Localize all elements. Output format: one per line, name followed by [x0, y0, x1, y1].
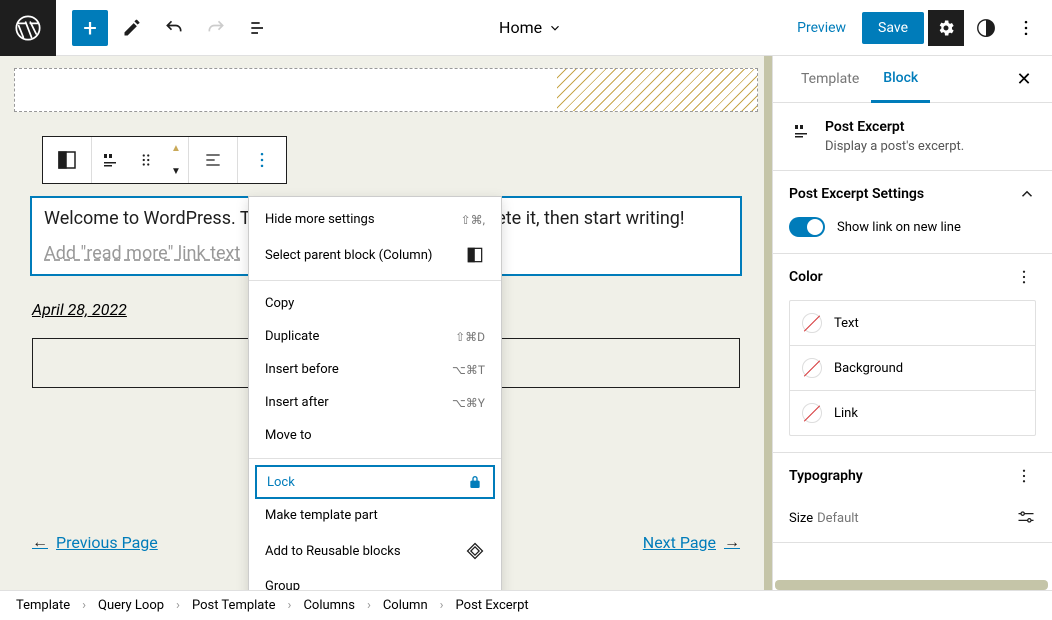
crumb-columns[interactable]: Columns	[303, 598, 355, 613]
post-date[interactable]: April 28, 2022	[32, 300, 127, 319]
menu-select-parent[interactable]: Select parent block (Column)	[249, 236, 501, 274]
lock-icon	[467, 474, 483, 490]
arrow-right-icon: →	[724, 532, 740, 552]
crumb-query-loop[interactable]: Query Loop	[98, 598, 164, 613]
sidebar-tabs: Template Block ✕	[773, 56, 1052, 103]
wordpress-logo[interactable]	[0, 0, 56, 56]
menu-copy[interactable]: Copy	[249, 287, 501, 320]
previous-page-label: Previous Page	[56, 533, 158, 552]
tab-template[interactable]: Template	[789, 57, 871, 101]
panel-excerpt-settings: Post Excerpt Settings Show link on new l…	[773, 171, 1052, 254]
menu-move-to[interactable]: Move to	[249, 419, 501, 452]
typography-panel-more[interactable]	[1012, 467, 1036, 485]
menu-insert-before[interactable]: Insert before ⌥⌘T	[249, 353, 501, 386]
settings-button[interactable]	[928, 10, 964, 46]
block-more-button[interactable]	[238, 137, 286, 183]
block-description: Display a post's excerpt.	[825, 139, 964, 154]
show-link-toggle[interactable]	[789, 217, 825, 237]
arrow-left-icon: ←	[32, 532, 48, 552]
chevron-right-icon: ›	[82, 598, 86, 613]
chevron-right-icon: ›	[367, 598, 371, 613]
block-type-icon[interactable]	[43, 137, 91, 183]
settings-sidebar: Template Block ✕ Post Excerpt Display a …	[772, 56, 1052, 590]
previous-page-link[interactable]: ← Previous Page	[32, 532, 158, 552]
panel-header-settings[interactable]: Post Excerpt Settings	[773, 171, 1052, 217]
show-link-label: Show link on new line	[837, 220, 961, 235]
menu-insert-after[interactable]: Insert after ⌥⌘Y	[249, 386, 501, 419]
color-background[interactable]: Background	[790, 346, 1035, 391]
block-toolbar: ▲ ▼	[42, 136, 287, 184]
chevron-right-icon: ›	[288, 598, 292, 613]
close-sidebar-button[interactable]: ✕	[1012, 67, 1036, 91]
styles-button[interactable]	[968, 10, 1004, 46]
align-button[interactable]	[189, 137, 237, 183]
chevron-up-icon	[1018, 185, 1036, 203]
page-selector[interactable]: Home	[276, 18, 785, 37]
color-panel-more[interactable]	[1012, 268, 1036, 286]
chevron-right-icon: ›	[176, 598, 180, 613]
menu-lock[interactable]: Lock	[255, 465, 495, 499]
next-page-label: Next Page	[643, 533, 716, 552]
drag-handle[interactable]	[128, 137, 164, 183]
page-title: Home	[499, 18, 542, 37]
block-options-menu: Hide more settings ⇧⌘, Select parent blo…	[248, 196, 502, 590]
color-link[interactable]: Link	[790, 391, 1035, 435]
edit-tool-button[interactable]	[114, 10, 150, 46]
panel-typography: Typography Size Default	[773, 453, 1052, 543]
more-options-button[interactable]	[1008, 10, 1044, 46]
chevron-right-icon: ›	[440, 598, 444, 613]
next-page-link[interactable]: Next Page →	[643, 532, 740, 552]
preview-button[interactable]: Preview	[785, 12, 858, 44]
tab-block[interactable]: Block	[871, 56, 930, 103]
block-breadcrumb: Template › Query Loop › Post Template › …	[0, 590, 1052, 620]
undo-button[interactable]	[156, 10, 192, 46]
crumb-post-excerpt[interactable]: Post Excerpt	[456, 598, 529, 613]
top-toolbar: + Home Preview Save	[0, 0, 1052, 56]
post-excerpt-icon	[789, 119, 813, 154]
menu-group[interactable]: Group	[249, 570, 501, 590]
redo-button[interactable]	[198, 10, 234, 46]
editor-canvas[interactable]: ▲ ▼ Welcome to WordPress. This is your f…	[0, 56, 772, 590]
block-info: Post Excerpt Display a post's excerpt.	[773, 103, 1052, 171]
color-swatch-empty	[802, 313, 822, 333]
template-outline	[14, 68, 758, 112]
panel-color: Color Text Background	[773, 254, 1052, 453]
crumb-column[interactable]: Column	[383, 598, 428, 613]
vertical-scrollbar[interactable]	[764, 56, 772, 590]
crumb-template[interactable]: Template	[16, 598, 70, 613]
column-icon	[465, 245, 485, 265]
settings-slider-icon	[1016, 510, 1036, 524]
move-up-button[interactable]: ▲	[164, 137, 188, 160]
add-block-button[interactable]: +	[72, 10, 108, 46]
menu-make-template[interactable]: Make template part	[249, 499, 501, 532]
panel-header-typography[interactable]: Typography	[773, 453, 1052, 499]
save-button[interactable]: Save	[862, 12, 924, 44]
move-down-button[interactable]: ▼	[164, 160, 188, 183]
menu-duplicate[interactable]: Duplicate ⇧⌘D	[249, 320, 501, 353]
reusable-icon	[465, 541, 485, 561]
crumb-post-template[interactable]: Post Template	[192, 598, 276, 613]
menu-hide-settings[interactable]: Hide more settings ⇧⌘,	[249, 203, 501, 236]
color-swatch-empty	[802, 358, 822, 378]
block-name: Post Excerpt	[825, 119, 964, 135]
color-swatch-empty	[802, 403, 822, 423]
list-view-button[interactable]	[240, 10, 276, 46]
block-mover: ▲ ▼	[164, 137, 188, 183]
font-size-control[interactable]: Size Default	[773, 499, 1052, 542]
menu-add-reusable[interactable]: Add to Reusable blocks	[249, 532, 501, 570]
horizontal-scrollbar[interactable]	[775, 580, 1048, 590]
color-text[interactable]: Text	[790, 301, 1035, 346]
post-excerpt-icon[interactable]	[92, 137, 128, 183]
panel-header-color[interactable]: Color	[773, 254, 1052, 300]
